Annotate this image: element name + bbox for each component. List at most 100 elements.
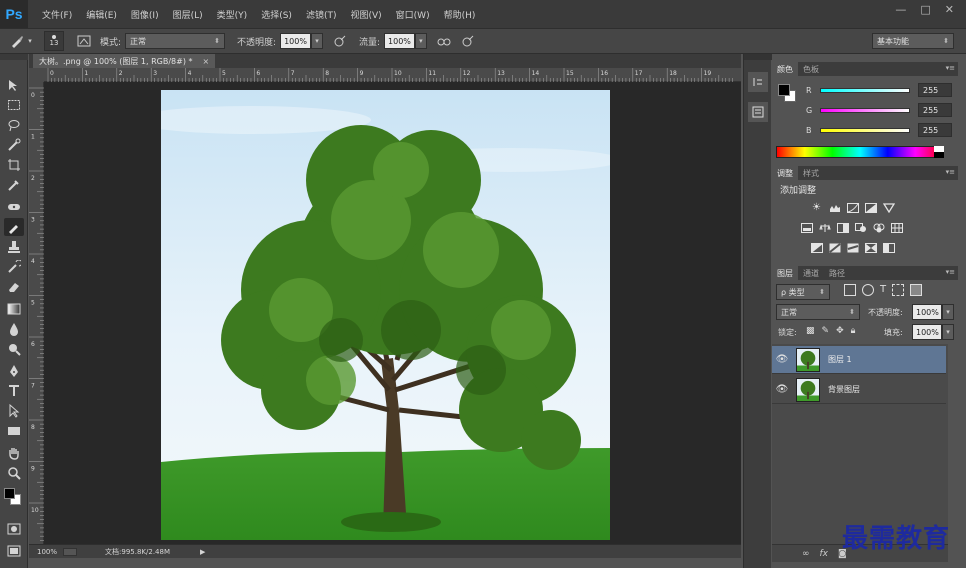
lock-pixels-icon[interactable]: ✎ bbox=[822, 326, 830, 336]
document-tab[interactable]: 大树。.png @ 100% (图层 1, RGB/8#) * × bbox=[33, 54, 216, 68]
menu-file[interactable]: 文件(F) bbox=[42, 8, 72, 21]
layer-style-icon[interactable]: fx bbox=[820, 549, 829, 559]
smart-object-filter-icon[interactable] bbox=[910, 284, 923, 296]
close-button[interactable]: ✕ bbox=[945, 3, 954, 16]
ruler-origin[interactable] bbox=[29, 68, 44, 82]
vibrance-icon[interactable] bbox=[882, 202, 895, 213]
flow-dropdown-icon[interactable]: ▾ bbox=[414, 33, 427, 49]
zoom-tool-icon[interactable] bbox=[4, 464, 24, 482]
threshold-icon[interactable] bbox=[846, 242, 859, 253]
blur-tool-icon[interactable] bbox=[4, 320, 24, 338]
black-white-icon[interactable] bbox=[836, 222, 849, 233]
channel-mixer-icon[interactable] bbox=[872, 222, 885, 233]
menu-filter[interactable]: 滤镜(T) bbox=[306, 8, 337, 21]
eyedropper-tool-icon[interactable] bbox=[4, 176, 24, 194]
blue-slider[interactable] bbox=[820, 127, 910, 133]
quick-select-tool-icon[interactable] bbox=[4, 136, 24, 154]
workspace-dropdown[interactable]: 基本功能 ⬍ bbox=[872, 33, 954, 49]
dodge-tool-icon[interactable] bbox=[4, 340, 24, 358]
toolbar-grip[interactable] bbox=[0, 54, 28, 60]
zoom-preview-icon[interactable] bbox=[63, 547, 78, 556]
pen-tool-icon[interactable] bbox=[4, 362, 24, 380]
healing-brush-tool-icon[interactable] bbox=[4, 198, 24, 216]
menu-image[interactable]: 图像(I) bbox=[131, 8, 159, 21]
flow-input[interactable]: 100% bbox=[384, 33, 415, 49]
menu-edit[interactable]: 编辑(E) bbox=[86, 8, 117, 21]
mini-dock-grip[interactable] bbox=[744, 54, 772, 60]
tab-layers[interactable]: 图层 bbox=[772, 266, 798, 280]
layer-name[interactable]: 图层 1 bbox=[828, 354, 852, 365]
properties-panel-icon[interactable] bbox=[748, 102, 768, 122]
tab-paths[interactable]: 路径 bbox=[824, 266, 850, 280]
gradient-map-icon[interactable] bbox=[882, 242, 895, 253]
tab-channels[interactable]: 通道 bbox=[798, 266, 824, 280]
red-slider[interactable] bbox=[820, 87, 910, 93]
eye-icon[interactable]: 👁︎ bbox=[772, 354, 792, 365]
vertical-ruler[interactable]: 01234567891011 bbox=[29, 82, 44, 544]
curves-icon[interactable] bbox=[846, 202, 859, 213]
airbrush-icon[interactable] bbox=[435, 34, 453, 48]
layer-filter-dropdown[interactable]: ρ 类型 ⬍ bbox=[776, 284, 830, 300]
tab-swatches[interactable]: 色板 bbox=[798, 62, 824, 76]
photo-filter-icon[interactable] bbox=[854, 222, 867, 233]
pressure-opacity-icon[interactable] bbox=[331, 34, 349, 48]
move-tool-icon[interactable] bbox=[4, 76, 24, 94]
screen-mode-icon[interactable] bbox=[4, 542, 24, 560]
layer-name[interactable]: 背景图层 bbox=[828, 384, 860, 395]
fill-input[interactable]: 100% bbox=[912, 324, 942, 340]
green-value[interactable]: 255 bbox=[918, 103, 952, 117]
color-balance-icon[interactable] bbox=[818, 222, 831, 233]
close-tab-icon[interactable]: × bbox=[203, 57, 210, 66]
fill-dropdown-icon[interactable]: ▾ bbox=[942, 324, 954, 340]
red-value[interactable]: 255 bbox=[918, 83, 952, 97]
layer-opacity-input[interactable]: 100% bbox=[912, 304, 942, 320]
menu-help[interactable]: 帮助(H) bbox=[444, 8, 476, 21]
history-panel-icon[interactable] bbox=[748, 72, 768, 92]
lasso-tool-icon[interactable] bbox=[4, 116, 24, 134]
tab-color[interactable]: 颜色 bbox=[772, 62, 798, 76]
horizontal-ruler[interactable]: 0 1 2 3 4 5 6 7 8 9 10 11 12 13 14 15 16 17 18 19 bbox=[44, 68, 741, 82]
panel-foreground-swatch[interactable] bbox=[778, 84, 790, 96]
zoom-level[interactable]: 100% bbox=[37, 548, 57, 556]
marquee-tool-icon[interactable] bbox=[4, 96, 24, 114]
clone-stamp-tool-icon[interactable] bbox=[4, 238, 24, 256]
tab-styles[interactable]: 样式 bbox=[798, 166, 824, 180]
menu-type[interactable]: 类型(Y) bbox=[217, 8, 248, 21]
minimize-button[interactable]: — bbox=[895, 3, 906, 16]
opacity-dropdown-icon[interactable]: ▾ bbox=[310, 33, 323, 49]
status-menu-arrow-icon[interactable]: ▶ bbox=[200, 548, 205, 556]
color-lookup-icon[interactable] bbox=[890, 222, 903, 233]
menu-view[interactable]: 视图(V) bbox=[350, 8, 381, 21]
shape-layer-filter-icon[interactable] bbox=[892, 284, 905, 296]
foreground-color-swatch[interactable] bbox=[4, 488, 15, 499]
hand-tool-icon[interactable] bbox=[4, 444, 24, 462]
layer-row-background[interactable]: 👁︎ 背景图层 bbox=[772, 376, 946, 404]
adjustment-layer-filter-icon[interactable] bbox=[862, 284, 874, 296]
hue-saturation-icon[interactable] bbox=[800, 222, 813, 233]
color-spectrum-bar[interactable] bbox=[776, 146, 944, 158]
exposure-icon[interactable] bbox=[864, 202, 877, 213]
green-slider[interactable] bbox=[820, 107, 910, 113]
opacity-input[interactable]: 100% bbox=[280, 33, 311, 49]
brush-panel-toggle-icon[interactable] bbox=[76, 35, 92, 47]
link-layers-icon[interactable]: ∞ bbox=[802, 549, 810, 559]
brightness-contrast-icon[interactable]: ☀ bbox=[810, 202, 823, 213]
brush-tool-icon[interactable] bbox=[4, 218, 24, 236]
shape-tool-icon[interactable] bbox=[4, 422, 24, 440]
blue-value[interactable]: 255 bbox=[918, 123, 952, 137]
black-white-ramp[interactable] bbox=[934, 146, 944, 158]
type-tool-icon[interactable] bbox=[4, 382, 24, 400]
tree-image[interactable] bbox=[161, 90, 610, 540]
panel-menu-icon[interactable]: ▾≡ bbox=[946, 168, 955, 176]
eye-icon[interactable]: 👁︎ bbox=[772, 384, 792, 395]
blend-mode-dropdown[interactable]: 正常 ⬍ bbox=[776, 304, 860, 320]
pixel-layer-filter-icon[interactable] bbox=[844, 284, 856, 296]
menu-window[interactable]: 窗口(W) bbox=[396, 8, 430, 21]
pressure-size-icon[interactable] bbox=[459, 34, 477, 48]
menu-select[interactable]: 选择(S) bbox=[261, 8, 292, 21]
eraser-tool-icon[interactable] bbox=[4, 278, 24, 296]
layer-row-layer-1[interactable]: 👁︎ 图层 1 bbox=[772, 346, 946, 374]
lock-transparency-icon[interactable]: ▩ bbox=[806, 326, 815, 336]
menu-layer[interactable]: 图层(L) bbox=[173, 8, 203, 21]
panel-menu-icon[interactable]: ▾≡ bbox=[946, 64, 955, 72]
